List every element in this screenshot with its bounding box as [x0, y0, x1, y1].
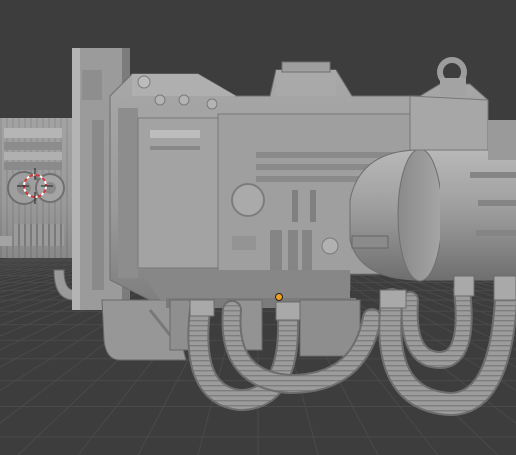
grid-line: [0, 249, 79, 261]
grid-line: [0, 249, 85, 262]
viewport-canvas[interactable]: [0, 0, 516, 455]
origin-dot-icon: [275, 293, 283, 301]
3d-viewport[interactable]: [0, 0, 516, 455]
